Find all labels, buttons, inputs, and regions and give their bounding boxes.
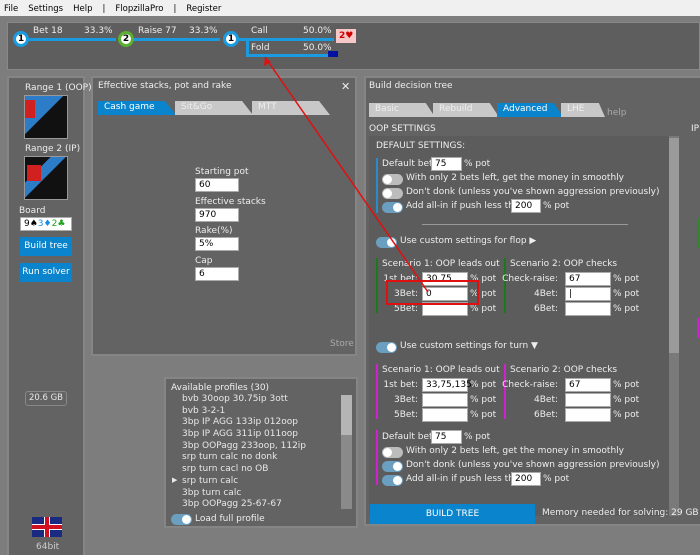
annotation-highlight-box: [386, 280, 479, 305]
annotation-arrow: [264, 56, 429, 293]
annotation-overlay: [264, 56, 479, 305]
